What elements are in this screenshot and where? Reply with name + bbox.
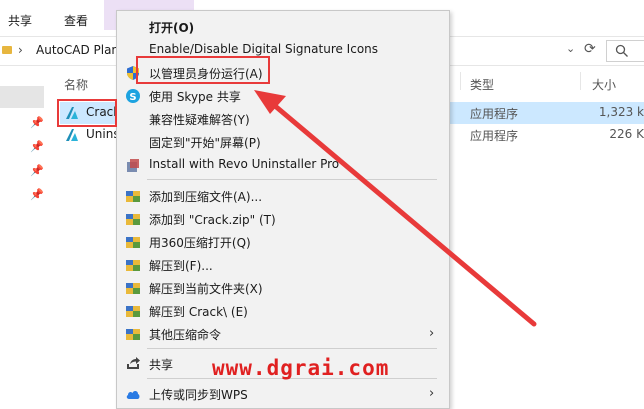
refresh-icon[interactable]: ⟳ xyxy=(584,41,596,57)
archive-icon xyxy=(126,306,140,317)
folder-icon xyxy=(2,46,12,54)
tab-view[interactable]: 查看 xyxy=(64,12,88,29)
address-path[interactable]: AutoCAD Plan xyxy=(36,43,119,57)
menu-item-extract-to[interactable]: 解压到(F)... xyxy=(117,253,449,276)
tab-share[interactable]: 共享 xyxy=(8,12,32,29)
menu-item-revo-uninstaller[interactable]: Install with Revo Uninstaller Pro xyxy=(117,153,449,176)
menu-item-add-to-archive[interactable]: 添加到压缩文件(A)... xyxy=(117,184,449,207)
archive-icon xyxy=(126,283,140,294)
column-header-type[interactable]: 类型 xyxy=(470,76,494,93)
menu-item-open[interactable]: 打开(O) xyxy=(117,15,449,38)
chevron-right-icon[interactable]: › xyxy=(18,43,23,57)
menu-item-extract-to-crack[interactable]: 解压到 Crack\ (E) xyxy=(117,299,449,322)
pin-icon[interactable]: 📌 xyxy=(30,140,44,153)
file-size: 226 K xyxy=(609,127,644,141)
archive-icon xyxy=(126,260,140,271)
column-divider[interactable] xyxy=(580,72,581,90)
archive-icon xyxy=(126,191,140,202)
menu-item-label: 添加到压缩文件(A)... xyxy=(149,190,263,204)
menu-item-label: 添加到 "Crack.zip" (T) xyxy=(149,213,276,227)
file-type: 应用程序 xyxy=(470,129,519,143)
menu-separator xyxy=(147,348,437,349)
wps-cloud-icon xyxy=(126,391,140,399)
watermark-text: www.dgrai.com xyxy=(212,356,390,380)
menu-item-share-skype[interactable]: S 使用 Skype 共享 xyxy=(117,84,449,107)
menu-item-label: 解压到(F)... xyxy=(149,259,213,273)
menu-item-label: 兼容性疑难解答(Y) xyxy=(149,113,250,127)
menu-item-compatibility[interactable]: 兼容性疑难解答(Y) xyxy=(117,107,449,130)
menu-item-label: 解压到 Crack\ (E) xyxy=(149,305,248,319)
autocad-app-icon xyxy=(66,129,78,141)
menu-item-open-with-360[interactable]: 用360压缩打开(Q) xyxy=(117,230,449,253)
pin-icon[interactable]: 📌 xyxy=(30,116,44,129)
archive-icon xyxy=(126,214,140,225)
archive-icon xyxy=(126,237,140,248)
search-icon xyxy=(615,44,628,57)
annotation-box-file xyxy=(57,99,117,127)
column-divider[interactable] xyxy=(460,72,461,90)
column-header-size[interactable]: 大小 xyxy=(592,76,616,93)
navigation-pane: 📌 📌 📌 📌 xyxy=(0,66,48,407)
nav-selected-item[interactable] xyxy=(0,86,44,108)
chevron-right-icon: › xyxy=(429,386,435,401)
search-input[interactable] xyxy=(606,40,644,62)
menu-item-label: 其他压缩命令 xyxy=(149,328,222,342)
file-type: 应用程序 xyxy=(470,107,519,121)
svg-text:S: S xyxy=(129,92,136,103)
menu-item-other-compress[interactable]: 其他压缩命令 › xyxy=(117,322,449,345)
pin-icon[interactable]: 📌 xyxy=(30,188,44,201)
archive-icon xyxy=(126,329,140,340)
menu-item-label: 打开(O) xyxy=(149,21,195,35)
menu-item-label: 用360压缩打开(Q) xyxy=(149,236,251,250)
menu-item-wps-sync[interactable]: 上传或同步到WPS › xyxy=(117,382,449,405)
menu-separator xyxy=(147,179,437,180)
revo-icon xyxy=(127,159,139,172)
menu-item-label: 共享 xyxy=(149,358,174,372)
file-size: 1,323 k xyxy=(598,105,644,119)
chevron-down-icon[interactable]: ⌄ xyxy=(566,42,575,55)
chevron-right-icon: › xyxy=(429,326,435,341)
menu-item-label: 上传或同步到WPS xyxy=(149,388,248,402)
share-icon xyxy=(127,357,140,369)
menu-item-label: Enable/Disable Digital Signature Icons xyxy=(149,42,379,56)
pin-icon[interactable]: 📌 xyxy=(30,164,44,177)
annotation-box-menu xyxy=(136,56,270,84)
menu-item-label: 使用 Skype 共享 xyxy=(149,90,241,104)
menu-item-label: 固定到"开始"屏幕(P) xyxy=(149,136,261,150)
skype-icon: S xyxy=(126,89,140,103)
menu-item-add-to-zip[interactable]: 添加到 "Crack.zip" (T) xyxy=(117,207,449,230)
menu-item-extract-here[interactable]: 解压到当前文件夹(X) xyxy=(117,276,449,299)
menu-item-label: 解压到当前文件夹(X) xyxy=(149,282,263,296)
menu-item-label: Install with Revo Uninstaller Pro xyxy=(149,157,340,171)
column-header-name[interactable]: 名称 xyxy=(64,76,88,93)
menu-item-pin-start[interactable]: 固定到"开始"屏幕(P) xyxy=(117,130,449,153)
